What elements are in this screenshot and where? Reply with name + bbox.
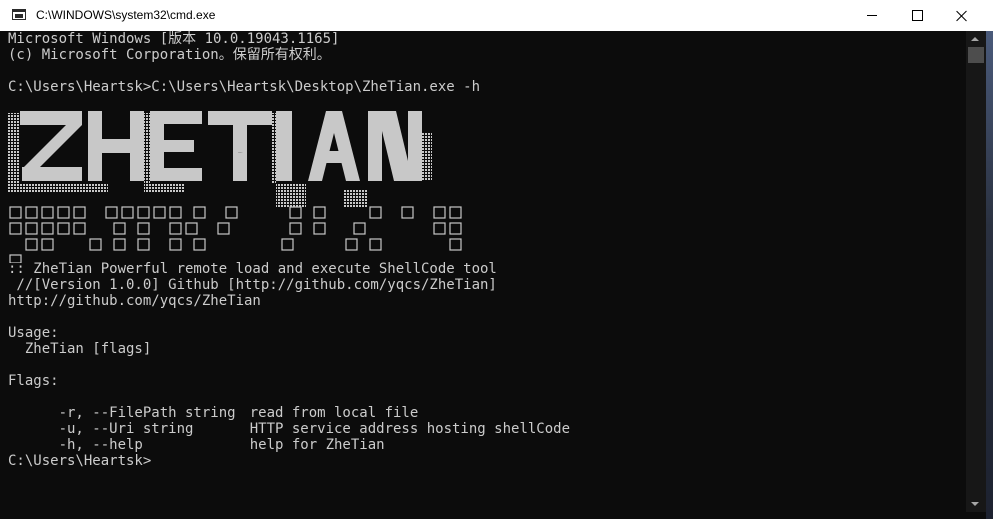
command-prompt[interactable]: C:\Users\Heartsk> [8, 453, 963, 469]
console-header-line: Microsoft Windows [版本 10.0.19043.1165] [8, 31, 340, 47]
scrollbar-thumb[interactable] [968, 47, 984, 63]
maximize-icon [911, 10, 923, 21]
close-icon [956, 10, 968, 22]
flag-row: -r, --FilePath string read from local fil… [8, 389, 963, 421]
flag-name: -u, --Uri string [41, 421, 194, 437]
flags-title: Flags: [8, 373, 59, 389]
tool-version: //[Version 1.0.0] Github [http://github.… [8, 277, 497, 293]
banner-art: ZHETIAN [8, 111, 462, 263]
title-bar[interactable]: C:\WINDOWS\system32\cmd.exe [0, 0, 993, 31]
window-title: C:\WINDOWS\system32\cmd.exe [36, 8, 216, 22]
tool-url: http://github.com/yqcs/ZheTian [8, 293, 261, 309]
minimize-icon [867, 15, 877, 16]
flag-desc: help for ZheTian [249, 437, 385, 453]
console-header-line: (c) Microsoft Corporation。保留所有权利。 [8, 47, 331, 63]
console-icon[interactable] [12, 9, 26, 20]
ascii-banner: ZHETIAN [8, 103, 963, 263]
flag-desc: HTTP service address hosting shellCode [249, 421, 571, 437]
console-output[interactable]: Microsoft Windows [版本 10.0.19043.1165] (… [8, 31, 963, 519]
command-line: C:\Users\Heartsk>C:\Users\Heartsk\Deskto… [8, 79, 481, 95]
minimize-button[interactable] [849, 0, 895, 31]
scroll-down-icon[interactable] [971, 502, 979, 506]
tool-description: :: ZheTian Powerful remote load and exec… [8, 261, 497, 277]
maximize-button[interactable] [894, 0, 940, 31]
flag-name: -r, --FilePath string [41, 405, 236, 421]
flag-name: -h, --help [41, 437, 143, 453]
vertical-scrollbar[interactable] [966, 31, 986, 512]
close-button[interactable] [939, 0, 985, 31]
scroll-up-icon[interactable] [971, 37, 979, 41]
flag-desc: read from local file [249, 405, 419, 421]
usage-title: Usage: [8, 325, 59, 341]
usage-line: ZheTian [flags] [8, 341, 152, 357]
desktop-background-strip [986, 31, 993, 519]
